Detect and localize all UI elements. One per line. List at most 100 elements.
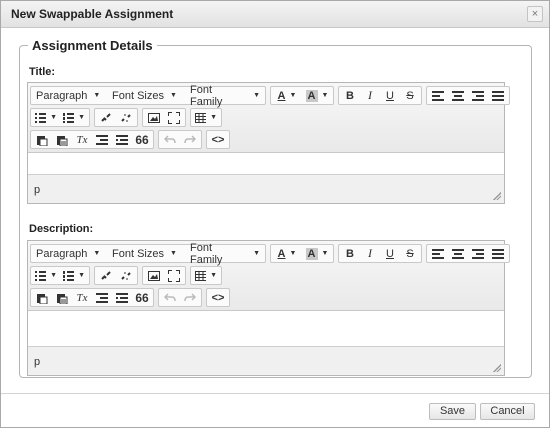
font-sizes-dropdown-label: Font Sizes bbox=[112, 247, 164, 260]
title-editor-content[interactable] bbox=[28, 153, 504, 175]
chevron-down-icon: ▼ bbox=[253, 250, 260, 257]
outdent-button[interactable] bbox=[92, 289, 112, 306]
indent-button[interactable] bbox=[112, 289, 132, 306]
blockquote-button[interactable]: 66 bbox=[132, 289, 152, 306]
insert-link-button[interactable] bbox=[96, 267, 116, 284]
align-center-button[interactable] bbox=[448, 87, 468, 104]
source-group: <> bbox=[206, 288, 230, 307]
background-color-button[interactable]: A ▼ bbox=[302, 87, 332, 104]
align-right-icon bbox=[472, 248, 484, 259]
indent-icon bbox=[116, 292, 128, 303]
insert-link-button[interactable] bbox=[96, 109, 116, 126]
chevron-down-icon: ▼ bbox=[289, 250, 297, 257]
underline-button[interactable]: U bbox=[380, 245, 400, 262]
numbered-list-button[interactable]: ▼ bbox=[60, 109, 88, 126]
chevron-down-icon: ▼ bbox=[321, 250, 329, 257]
element-path[interactable]: p bbox=[34, 356, 40, 368]
bold-button[interactable]: B bbox=[340, 245, 360, 262]
underline-button[interactable]: U bbox=[380, 87, 400, 104]
paragraph-dropdown-label: Paragraph bbox=[36, 89, 88, 102]
numbered-list-button[interactable]: ▼ bbox=[60, 267, 88, 284]
font-family-dropdown[interactable]: Font Family ▼ bbox=[186, 84, 264, 108]
align-left-button[interactable] bbox=[428, 245, 448, 262]
save-button[interactable]: Save bbox=[429, 403, 476, 420]
paragraph-dropdown[interactable]: Paragraph ▼ bbox=[32, 87, 108, 104]
clear-formatting-button[interactable]: Tx bbox=[72, 131, 92, 148]
link-icon bbox=[101, 270, 111, 280]
history-group bbox=[158, 130, 202, 149]
blockquote-button[interactable]: 66 bbox=[132, 131, 152, 148]
remove-link-button[interactable] bbox=[116, 109, 136, 126]
bullet-list-button[interactable]: ▼ bbox=[32, 267, 60, 284]
strikethrough-button[interactable]: S bbox=[400, 245, 420, 262]
font-family-dropdown-label: Font Family bbox=[190, 83, 223, 108]
background-color-button[interactable]: A ▼ bbox=[302, 245, 332, 262]
align-center-button[interactable] bbox=[448, 245, 468, 262]
chevron-down-icon: ▼ bbox=[321, 92, 329, 99]
bold-button[interactable]: B bbox=[340, 87, 360, 104]
background-color-icon: A bbox=[305, 247, 318, 260]
insert-table-button[interactable]: ▼ bbox=[192, 267, 220, 284]
font-family-dropdown-label: Font Family bbox=[190, 241, 223, 266]
fullscreen-button[interactable] bbox=[164, 267, 184, 284]
source-code-button[interactable]: <> bbox=[208, 131, 228, 148]
chevron-down-icon: ▼ bbox=[93, 92, 101, 99]
dialog-titlebar[interactable]: New Swappable Assignment × bbox=[1, 1, 549, 28]
undo-button[interactable] bbox=[160, 131, 180, 148]
bullet-list-icon bbox=[35, 112, 47, 123]
font-sizes-dropdown[interactable]: Font Sizes ▼ bbox=[108, 87, 186, 104]
italic-button[interactable]: I bbox=[360, 87, 380, 104]
clear-formatting-button[interactable]: Tx bbox=[72, 289, 92, 306]
justify-button[interactable] bbox=[488, 245, 508, 262]
redo-icon bbox=[184, 292, 196, 301]
clipboard-group: Tx 66 bbox=[30, 288, 154, 307]
source-code-button[interactable]: <> bbox=[208, 289, 228, 306]
indent-button[interactable] bbox=[112, 131, 132, 148]
outdent-button[interactable] bbox=[92, 131, 112, 148]
paste-button[interactable] bbox=[32, 289, 52, 306]
undo-button[interactable] bbox=[160, 289, 180, 306]
close-icon[interactable]: × bbox=[527, 6, 543, 22]
remove-link-button[interactable] bbox=[116, 267, 136, 284]
align-left-button[interactable] bbox=[428, 87, 448, 104]
paste-text-button[interactable] bbox=[52, 289, 72, 306]
title-label: Title: bbox=[29, 66, 56, 78]
outdent-icon bbox=[96, 134, 108, 145]
chevron-down-icon: ▼ bbox=[210, 114, 217, 121]
chevron-down-icon: ▼ bbox=[93, 250, 101, 257]
media-group bbox=[142, 266, 186, 285]
text-color-button[interactable]: A ▼ bbox=[272, 87, 302, 104]
description-editor-content[interactable] bbox=[28, 311, 504, 347]
description-editor-toolbar: Paragraph ▼ Font Sizes ▼ Font Family ▼ A ▼ A… bbox=[28, 241, 510, 311]
paste-button[interactable] bbox=[32, 131, 52, 148]
redo-button[interactable] bbox=[180, 289, 200, 306]
redo-button[interactable] bbox=[180, 131, 200, 148]
align-right-button[interactable] bbox=[468, 87, 488, 104]
bullet-list-button[interactable]: ▼ bbox=[32, 109, 60, 126]
paste-icon bbox=[37, 135, 48, 146]
justify-button[interactable] bbox=[488, 87, 508, 104]
element-path[interactable]: p bbox=[34, 184, 40, 196]
insert-image-button[interactable] bbox=[144, 267, 164, 284]
strikethrough-button[interactable]: S bbox=[400, 87, 420, 104]
insert-image-button[interactable] bbox=[144, 109, 164, 126]
insert-table-button[interactable]: ▼ bbox=[192, 109, 220, 126]
chevron-down-icon: ▼ bbox=[78, 272, 85, 279]
color-group: A ▼ A ▼ bbox=[270, 244, 334, 263]
outdent-icon bbox=[96, 292, 108, 303]
fullscreen-button[interactable] bbox=[164, 109, 184, 126]
align-left-icon bbox=[432, 90, 444, 101]
font-sizes-dropdown[interactable]: Font Sizes ▼ bbox=[108, 245, 186, 262]
paste-text-button[interactable] bbox=[52, 131, 72, 148]
paragraph-dropdown[interactable]: Paragraph ▼ bbox=[32, 245, 108, 262]
text-color-button[interactable]: A ▼ bbox=[272, 245, 302, 262]
description-label: Description: bbox=[29, 223, 94, 235]
resize-handle-icon[interactable] bbox=[493, 192, 501, 200]
resize-handle-icon[interactable] bbox=[493, 364, 501, 372]
cancel-button[interactable]: Cancel bbox=[480, 403, 535, 420]
font-family-dropdown[interactable]: Font Family ▼ bbox=[186, 242, 264, 266]
fullscreen-icon bbox=[168, 269, 180, 282]
numbered-list-icon bbox=[63, 112, 75, 123]
italic-button[interactable]: I bbox=[360, 245, 380, 262]
align-right-button[interactable] bbox=[468, 245, 488, 262]
